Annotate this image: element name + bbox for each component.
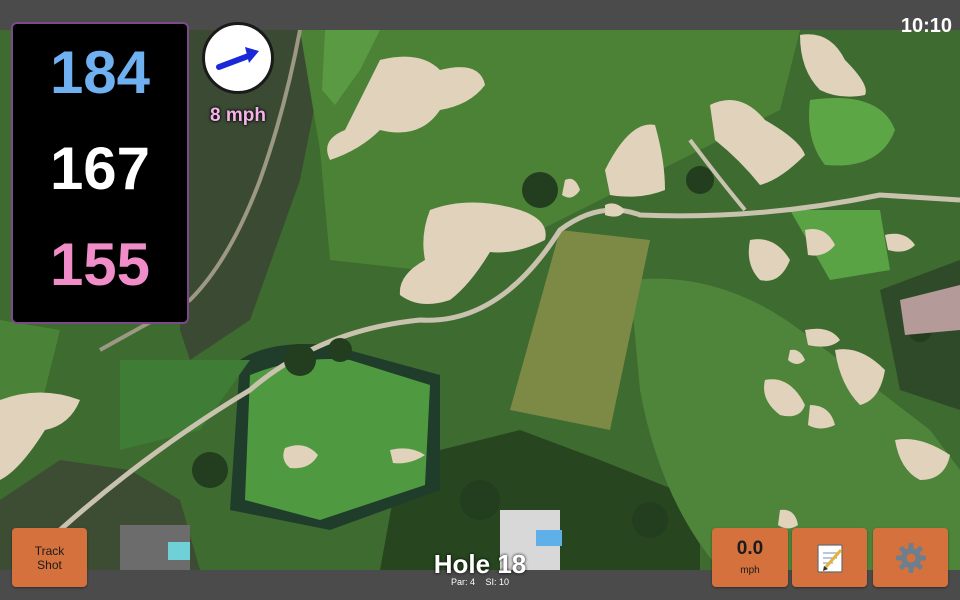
track-shot-label-line1: Track	[34, 544, 65, 558]
distance-front: 155	[49, 231, 151, 298]
notepad-icon	[816, 543, 843, 573]
wind-arrow-icon	[216, 47, 259, 70]
distance-center: 167	[49, 135, 151, 202]
settings-button[interactable]	[873, 528, 948, 587]
wind-direction-dial	[202, 22, 274, 94]
speed-button[interactable]: 0.0 mph	[712, 528, 788, 587]
wind-speed-label: 8 mph	[210, 105, 266, 126]
track-shot-label-line2: Shot	[37, 558, 62, 572]
hole-info: Par: 4 SI: 10	[380, 577, 580, 588]
notes-button[interactable]	[792, 528, 867, 587]
distance-panel: 184 167 155	[11, 22, 189, 324]
speed-unit: mph	[740, 565, 760, 576]
speed-value: 0.0	[736, 538, 764, 559]
distance-back: 184	[49, 39, 151, 106]
hole-stroke-index: SI: 10	[485, 577, 510, 587]
hole-title: Hole 18	[433, 549, 527, 579]
track-shot-button[interactable]: Track Shot	[12, 528, 87, 587]
hole-par: Par: 4	[450, 577, 475, 587]
clock-time: 10:10	[900, 15, 952, 37]
gear-icon	[895, 542, 926, 573]
